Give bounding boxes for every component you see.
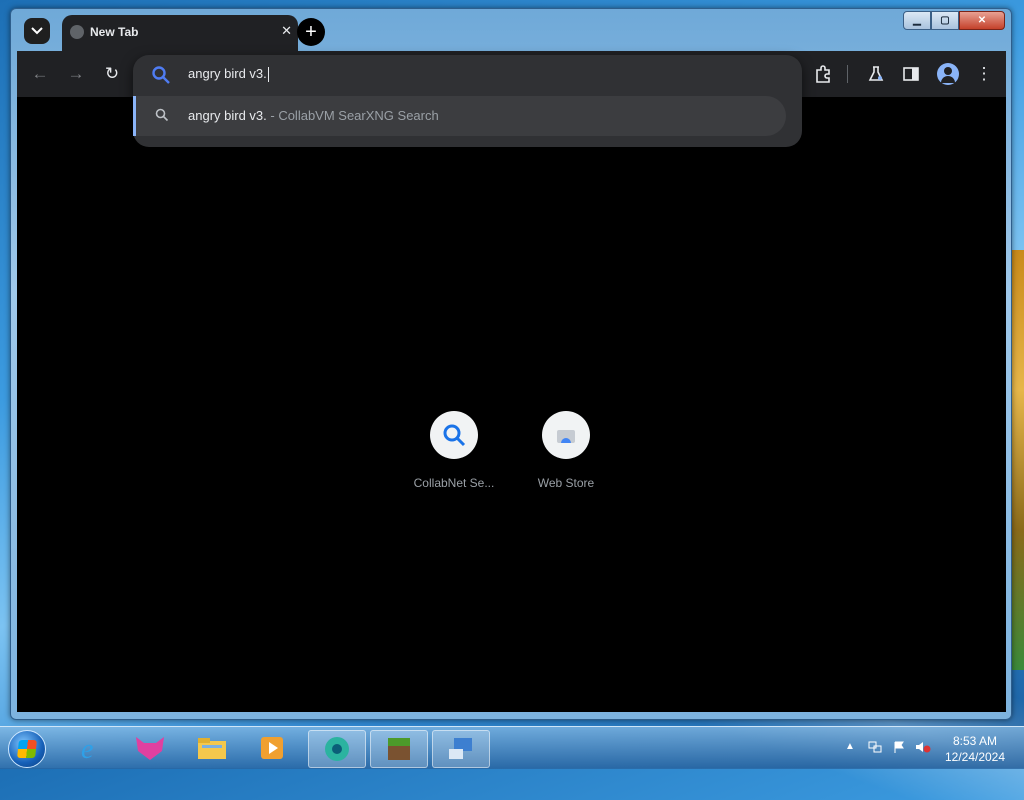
media-player-icon[interactable] <box>244 730 300 766</box>
system-clock[interactable]: 8:53 AM 12/24/2024 <box>940 733 1010 765</box>
selection-indicator <box>133 96 136 136</box>
action-center-flag-icon[interactable] <box>893 741 907 753</box>
clock-time: 8:53 AM <box>952 734 998 748</box>
close-tab-button[interactable]: ✕ <box>281 23 292 39</box>
text-caret <box>267 67 269 83</box>
internet-explorer-icon[interactable]: e <box>62 730 118 766</box>
show-hidden-icons-button[interactable]: ▲ <box>845 741 855 752</box>
tab-strip: New Tab ✕ + <box>16 13 1006 51</box>
side-panel-icon <box>903 67 919 81</box>
side-panel-button[interactable] <box>900 63 922 85</box>
search-icon <box>430 411 478 459</box>
tab-search-button[interactable] <box>24 18 50 44</box>
desktop-background-image <box>1012 250 1024 670</box>
shortcut-collabnet-search[interactable]: CollabNet Se... <box>404 411 504 490</box>
browser-icon[interactable] <box>308 730 366 768</box>
reload-button[interactable]: ↻ <box>101 63 123 85</box>
taskbar: e ▲ 8:53 AM 12/24/2024 <box>0 726 1024 769</box>
suggestion-query: angry bird v3. <box>188 108 267 123</box>
labs-button[interactable] <box>865 63 887 85</box>
shortcut-label: Web Store <box>537 476 595 490</box>
cat-app-icon[interactable] <box>122 730 178 766</box>
shortcut-web-store[interactable]: Web Store <box>516 411 616 490</box>
search-icon <box>150 64 172 86</box>
globe-icon <box>70 25 84 39</box>
suggestion-item[interactable]: angry bird v3. - CollabVM SearXNG Search <box>133 96 786 136</box>
omnibox-input[interactable]: angry bird v3. <box>188 66 269 83</box>
tab-new-tab[interactable]: New Tab ✕ <box>62 15 298 51</box>
clock-date: 12/24/2024 <box>944 750 1006 764</box>
forward-button[interactable]: → <box>65 63 87 85</box>
tab-title: New Tab <box>90 25 139 39</box>
menu-button[interactable]: ⋮ <box>973 63 995 85</box>
minecraft-icon[interactable] <box>370 730 428 768</box>
web-store-icon <box>542 411 590 459</box>
volume-muted-icon[interactable] <box>915 741 931 753</box>
toolbar-divider <box>847 65 848 83</box>
profile-avatar[interactable] <box>937 63 959 85</box>
network-icon[interactable] <box>868 741 882 753</box>
windows-logo-icon <box>17 740 37 758</box>
extensions-button[interactable] <box>812 63 834 85</box>
shortcut-label: CollabNet Se... <box>413 476 495 490</box>
puzzle-icon <box>816 65 830 83</box>
flask-icon <box>868 66 884 81</box>
omnibox-text: angry bird v3. <box>188 66 267 81</box>
network-computer-icon[interactable] <box>432 730 490 768</box>
suggestion-source: - CollabVM SearXNG Search <box>266 108 439 123</box>
search-icon <box>155 108 169 122</box>
file-explorer-icon[interactable] <box>184 730 240 766</box>
back-button[interactable]: ← <box>29 63 51 85</box>
browser-content: ← → ↻ ⋮ CollabNet Se... Web Store <box>17 51 1006 712</box>
suggestion-text: angry bird v3. - CollabVM SearXNG Search <box>188 108 439 123</box>
svg-text:e: e <box>81 734 93 763</box>
new-tab-button[interactable]: + <box>297 18 325 46</box>
start-button[interactable] <box>8 730 46 768</box>
chevron-down-icon <box>31 27 43 35</box>
